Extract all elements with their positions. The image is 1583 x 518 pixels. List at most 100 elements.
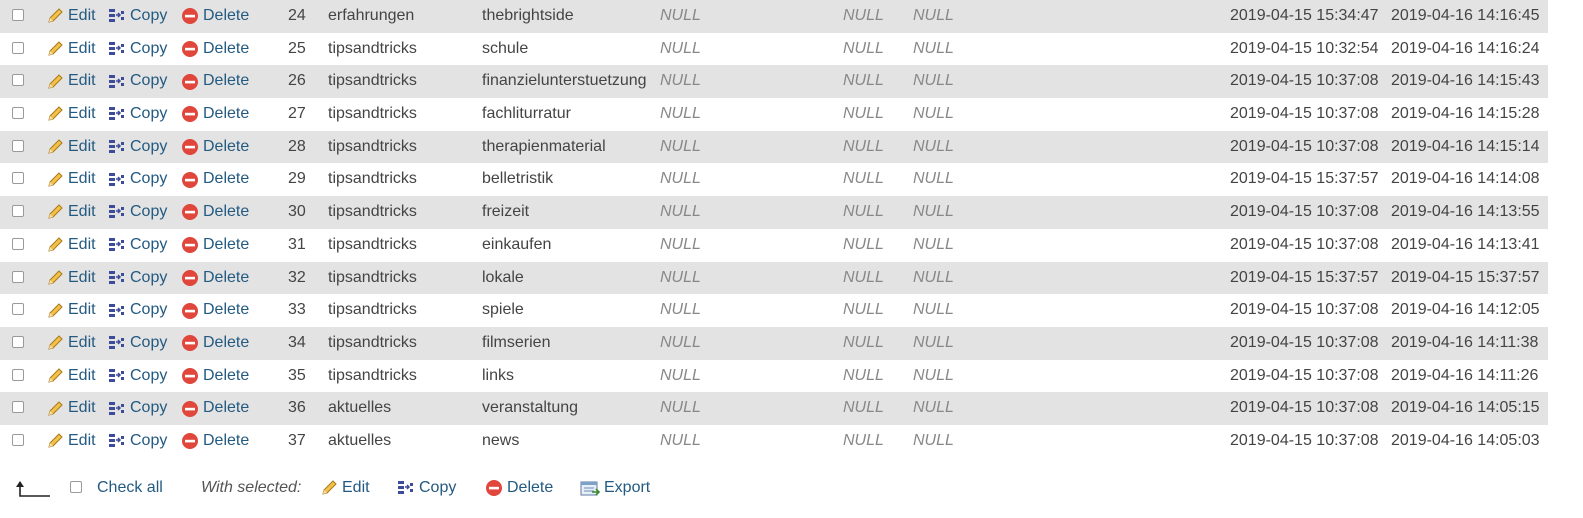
row-checkbox[interactable] (12, 172, 24, 185)
delete-icon (182, 171, 198, 188)
row-edit-link[interactable]: Edit (46, 98, 96, 131)
bulk-edit-button[interactable]: Edit (320, 468, 370, 508)
row-delete-link[interactable]: Delete (181, 327, 249, 360)
row-copy-link[interactable]: Copy (108, 131, 167, 164)
cell-null: NULL (913, 301, 954, 319)
row-delete-link[interactable]: Delete (181, 33, 249, 66)
check-all-link[interactable]: Check all (97, 468, 163, 508)
cell-created: 2019-04-15 10:37:08 (1230, 137, 1379, 155)
row-checkbox[interactable] (12, 139, 24, 152)
cell-id: 31 (288, 235, 306, 253)
row-delete-link[interactable]: Delete (181, 262, 249, 295)
cell-null: NULL (843, 137, 884, 155)
copy-icon (109, 172, 124, 186)
row-copy-label: Copy (130, 333, 168, 351)
row-checkbox[interactable] (12, 74, 24, 87)
row-delete-link[interactable]: Delete (181, 163, 249, 196)
row-checkbox[interactable] (12, 237, 24, 250)
check-all-checkbox[interactable] (70, 481, 82, 493)
row-edit-link[interactable]: Edit (46, 65, 96, 98)
row-delete-link[interactable]: Delete (181, 294, 249, 327)
pencil-icon (48, 368, 63, 383)
row-copy-link[interactable]: Copy (108, 33, 167, 66)
cell-name: freizeit (482, 203, 530, 221)
row-edit-link[interactable]: Edit (46, 425, 96, 458)
row-checkbox[interactable] (12, 41, 24, 54)
row-delete-link[interactable]: Delete (181, 131, 249, 164)
cell-category: tipsandtricks (328, 72, 417, 90)
cell-null: NULL (660, 203, 701, 221)
row-edit-label: Edit (68, 268, 96, 286)
cell-created: 2019-04-15 10:37:08 (1230, 203, 1379, 221)
row-copy-link[interactable]: Copy (108, 327, 167, 360)
row-copy-label: Copy (130, 137, 168, 155)
row-delete-link[interactable]: Delete (181, 360, 249, 393)
row-copy-link[interactable]: Copy (108, 425, 167, 458)
row-copy-label: Copy (130, 268, 168, 286)
row-copy-link[interactable]: Copy (108, 262, 167, 295)
row-edit-label: Edit (68, 366, 96, 384)
row-copy-link[interactable]: Copy (108, 294, 167, 327)
row-copy-link[interactable]: Copy (108, 0, 167, 33)
delete-icon (182, 269, 198, 286)
row-delete-link[interactable]: Delete (181, 0, 249, 33)
row-copy-label: Copy (130, 7, 168, 24)
pencil-icon (48, 74, 63, 89)
row-edit-link[interactable]: Edit (46, 33, 96, 66)
copy-icon (109, 107, 124, 121)
row-checkbox[interactable] (12, 433, 24, 446)
row-copy-link[interactable]: Copy (108, 196, 167, 229)
row-edit-link[interactable]: Edit (46, 229, 96, 262)
row-delete-link[interactable]: Delete (181, 65, 249, 98)
row-copy-link[interactable]: Copy (108, 98, 167, 131)
row-edit-link[interactable]: Edit (46, 0, 96, 33)
bulk-copy-button[interactable]: Copy (397, 468, 456, 508)
row-checkbox[interactable] (12, 9, 24, 21)
row-copy-label: Copy (130, 39, 168, 57)
row-edit-link[interactable]: Edit (46, 131, 96, 164)
bulk-delete-button[interactable]: Delete (485, 468, 553, 508)
row-delete-link[interactable]: Delete (181, 392, 249, 425)
row-checkbox[interactable] (12, 270, 24, 283)
row-copy-label: Copy (130, 431, 168, 449)
row-delete-link[interactable]: Delete (181, 425, 249, 458)
row-delete-link[interactable]: Delete (181, 196, 249, 229)
scrollbar-track[interactable] (1548, 0, 1583, 518)
copy-icon (109, 434, 124, 448)
row-checkbox[interactable] (12, 107, 24, 120)
delete-icon (182, 400, 198, 417)
row-copy-link[interactable]: Copy (108, 360, 167, 393)
pencil-icon (48, 335, 63, 350)
row-checkbox[interactable] (12, 335, 24, 348)
row-checkbox[interactable] (12, 303, 24, 316)
cell-updated: 2019-04-16 14:05:03 (1391, 431, 1540, 449)
row-copy-link[interactable]: Copy (108, 392, 167, 425)
row-delete-link[interactable]: Delete (181, 98, 249, 131)
cell-null: NULL (913, 72, 954, 90)
row-checkbox[interactable] (12, 401, 24, 414)
cell-updated: 2019-04-16 14:14:08 (1391, 170, 1540, 188)
cell-null: NULL (843, 203, 884, 221)
copy-icon (109, 303, 124, 317)
row-delete-link[interactable]: Delete (181, 229, 249, 262)
delete-icon (182, 139, 198, 156)
bulk-export-button[interactable]: Export (580, 468, 650, 508)
row-edit-link[interactable]: Edit (46, 294, 96, 327)
row-checkbox[interactable] (12, 368, 24, 381)
row-edit-link[interactable]: Edit (46, 163, 96, 196)
row-copy-link[interactable]: Copy (108, 65, 167, 98)
cell-category: tipsandtricks (328, 105, 417, 123)
cell-created: 2019-04-15 10:37:08 (1230, 72, 1379, 90)
row-edit-link[interactable]: Edit (46, 392, 96, 425)
copy-icon (109, 336, 124, 350)
row-edit-link[interactable]: Edit (46, 360, 96, 393)
row-edit-link[interactable]: Edit (46, 196, 96, 229)
row-edit-link[interactable]: Edit (46, 262, 96, 295)
row-copy-link[interactable]: Copy (108, 229, 167, 262)
table-row: Edit Copy Delete 30 tipsandtricks freizeit NUL… (0, 196, 1548, 229)
table-row: Edit Copy Delete 31 tipsandtricks einkaufen NU… (0, 228, 1548, 262)
row-copy-link[interactable]: Copy (108, 163, 167, 196)
cell-null: NULL (843, 399, 884, 417)
row-edit-link[interactable]: Edit (46, 327, 96, 360)
row-checkbox[interactable] (12, 205, 24, 218)
